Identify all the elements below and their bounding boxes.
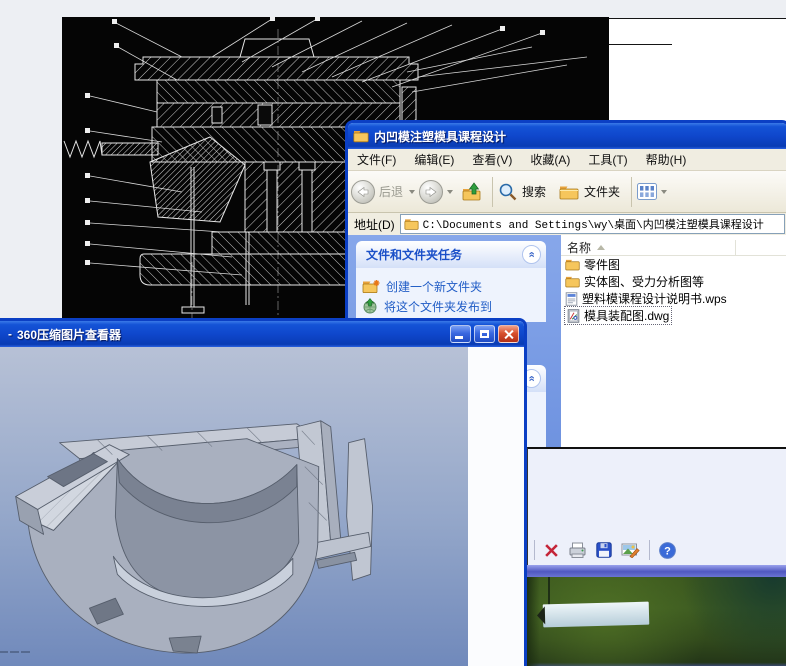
back-label: 后退 — [379, 185, 404, 199]
task-group-file-folder: 文件和文件夹任务 « 创建一个新文件夹 将这个文件夹发布到 — [356, 241, 546, 322]
svg-text:?: ? — [664, 545, 671, 557]
lamp-wire — [548, 577, 550, 605]
lamp-bar — [542, 601, 650, 628]
address-label: 地址(D) — [354, 217, 395, 232]
file-row-folder-parts[interactable]: 零件图 — [561, 256, 786, 273]
folder-icon — [404, 219, 419, 230]
back-button[interactable] — [351, 179, 375, 204]
task-publish-folder[interactable]: 将这个文件夹发布到 — [362, 296, 542, 316]
file-name: 实体图、受力分析图等 — [584, 275, 705, 289]
folders-icon — [559, 186, 579, 199]
views-dropdown-caret[interactable] — [661, 189, 668, 194]
photo-thumbnail — [527, 577, 786, 666]
sort-ascending-icon — [597, 245, 606, 250]
task-group-body: 创建一个新文件夹 将这个文件夹发布到 — [356, 268, 546, 322]
file-row-folder-solids[interactable]: 实体图、受力分析图等 — [561, 273, 786, 290]
explorer-titlebar[interactable]: 内凹模注塑模具课程设计 — [348, 123, 786, 149]
window-controls — [450, 325, 519, 343]
file-name: 零件图 — [584, 258, 621, 272]
tool-panel-toolbar: ? — [534, 539, 676, 561]
folder-icon — [565, 259, 580, 271]
task-group-header[interactable]: 文件和文件夹任务 « — [356, 241, 546, 268]
toolbar: 后退 搜索 文件夹 — [348, 171, 786, 213]
name-column-header[interactable]: 名称 — [561, 240, 736, 255]
image-viewer-window: - 360压缩图片查看器 — [0, 318, 527, 666]
back-dropdown-caret[interactable] — [409, 189, 416, 194]
folders-button[interactable] — [558, 183, 580, 201]
toolbar-separator — [649, 540, 650, 560]
task-new-folder[interactable]: 创建一个新文件夹 — [362, 276, 542, 296]
menubar: 文件(F) 编辑(E) 查看(V) 收藏(A) 工具(T) 帮助(H) — [348, 149, 786, 171]
menu-tools[interactable]: 工具(T) — [579, 151, 636, 168]
file-name: 塑料模课程设计说明书.wps — [582, 292, 727, 306]
selected-file: 模具装配图.dwg — [563, 306, 673, 325]
file-name: 模具装配图.dwg — [584, 309, 670, 323]
up-folder-button[interactable] — [461, 181, 483, 202]
menu-favorites[interactable]: 收藏(A) — [521, 151, 579, 168]
image-edit-icon — [621, 543, 640, 558]
task-publish-label: 将这个文件夹发布到 — [384, 299, 493, 314]
forward-dropdown-caret[interactable] — [447, 189, 454, 194]
delete-button[interactable] — [544, 543, 559, 558]
toolbar-separator — [534, 540, 535, 560]
toolbar-separator — [631, 176, 633, 207]
close-button[interactable] — [498, 325, 519, 343]
viewer-watermark — [0, 651, 30, 653]
maximize-button[interactable] — [474, 325, 495, 343]
window-edge-strip — [527, 565, 786, 577]
forward-button[interactable] — [419, 179, 444, 204]
printer-icon — [569, 542, 586, 558]
folder-up-icon — [462, 181, 481, 200]
dwg-drawing-icon — [567, 308, 580, 323]
3d-model-view[interactable] — [0, 347, 468, 666]
wps-document-icon — [565, 291, 578, 306]
viewer-title-prefix: - — [8, 327, 12, 341]
viewer-client — [0, 347, 524, 666]
floppy-disk-icon — [596, 542, 612, 558]
new-folder-icon — [362, 279, 380, 293]
document-rule-line — [609, 44, 672, 45]
chevron-up-icon[interactable]: « — [522, 245, 541, 264]
folders-label: 文件夹 — [584, 185, 621, 199]
image-edit-button[interactable] — [621, 542, 640, 558]
file-row-wps-doc[interactable]: 塑料模课程设计说明书.wps — [561, 290, 786, 307]
views-grid-icon — [637, 183, 658, 200]
help-question-icon: ? — [659, 541, 676, 559]
menu-edit[interactable]: 编辑(E) — [405, 151, 463, 168]
help-button[interactable]: ? — [659, 541, 676, 559]
3d-mold-part-model — [15, 420, 374, 654]
arrow-left-icon — [357, 186, 369, 197]
views-button[interactable] — [637, 183, 658, 200]
menu-help[interactable]: 帮助(H) — [637, 151, 696, 168]
arrow-right-icon — [425, 186, 437, 197]
task-new-folder-label: 创建一个新文件夹 — [386, 279, 483, 294]
publish-globe-icon — [363, 298, 377, 314]
red-x-icon — [545, 543, 558, 557]
address-path: C:\Documents and Settings\wy\桌面\内凹模注塑模具课… — [422, 220, 764, 232]
menu-file[interactable]: 文件(F) — [348, 151, 405, 168]
save-button[interactable] — [596, 542, 612, 558]
folder-icon — [353, 131, 369, 143]
viewer-title: 360压缩图片查看器 — [17, 327, 122, 342]
file-row-dwg-selected[interactable]: 模具装配图.dwg — [561, 306, 786, 325]
print-button[interactable] — [568, 542, 587, 559]
addressbar: 地址(D) C:\Documents and Settings\wy\桌面\内凹… — [348, 213, 786, 236]
folder-icon — [565, 276, 580, 288]
menu-view[interactable]: 查看(V) — [463, 151, 521, 168]
task-group-title: 文件和文件夹任务 — [366, 248, 463, 262]
viewer-empty-area — [468, 347, 524, 666]
address-input[interactable]: C:\Documents and Settings\wy\桌面\内凹模注塑模具课… — [399, 214, 785, 234]
file-list-header: 名称 — [561, 240, 786, 256]
window-title: 内凹模注塑模具课程设计 — [374, 129, 507, 144]
viewer-titlebar[interactable]: - 360压缩图片查看器 — [0, 321, 524, 347]
search-button[interactable] — [498, 182, 518, 202]
tool-panel: ? — [527, 447, 786, 565]
desktop: 内凹模注塑模具课程设计 文件(F) 编辑(E) 查看(V) 收藏(A) 工具(T… — [0, 0, 786, 666]
search-label: 搜索 — [522, 185, 547, 199]
file-list: 名称 零件图 实体图、受力分析图等 塑料模课程设计说明书.wps 模具装配图.d… — [561, 235, 786, 447]
minimize-button[interactable] — [450, 325, 471, 343]
search-icon — [499, 183, 517, 200]
toolbar-separator — [492, 176, 494, 207]
